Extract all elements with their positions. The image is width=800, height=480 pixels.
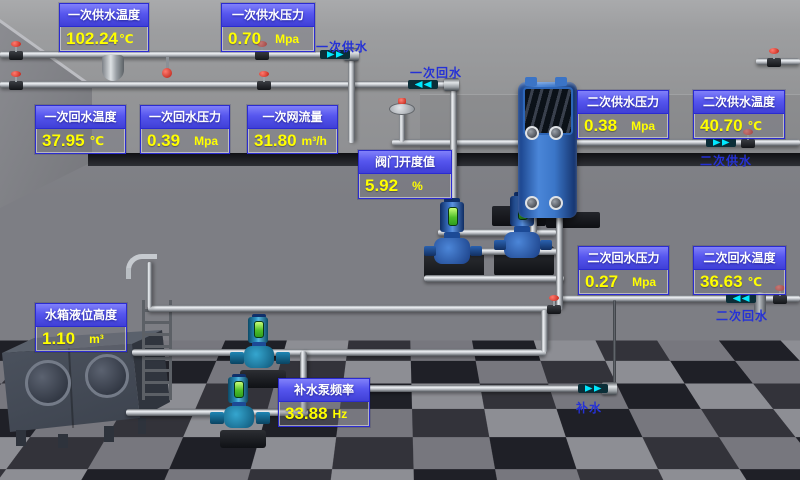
hx-port [549,126,563,140]
control-valve-actuator[interactable] [398,98,406,104]
tank-manhole-right [85,354,129,398]
panel-primary-flow[interactable]: 一次网流量 31.80 m³/h [247,105,338,154]
makeup-pump-2[interactable] [212,374,272,446]
valve-return-mid[interactable] [256,71,272,91]
panel-unit: ℃ [748,275,763,289]
hx-port [525,126,539,140]
panel-value: 102.24 [66,27,118,50]
gooseneck-spout [126,268,131,279]
valve-top-right[interactable] [766,48,782,68]
pipe-label-makeup: 补水 [576,399,602,416]
circulation-pump-1[interactable] [420,198,490,286]
panel-unit: Mpa [194,134,218,148]
pipe-supply-riser [348,53,355,143]
panel-title: 一次回水压力 [141,106,229,129]
pump-running-indicator [448,207,458,226]
panel-tank-level[interactable]: 水箱液位高度 1.10 m³ [35,303,127,352]
panel-unit: ℃ [90,134,105,148]
panel-title: 二次回水温度 [694,247,785,270]
pipe-label-secondary-return: 二次回水 [716,307,768,324]
panel-title: 一次供水压力 [222,4,314,27]
hx-port [525,196,539,210]
hx-top-cap [555,77,567,86]
hx-port [549,196,563,210]
panel-title: 一次回水温度 [36,106,125,129]
tank-leg [138,418,146,434]
sensor-valve [162,68,172,78]
panel-unit: m³/h [302,134,327,148]
panel-primary-return-temp[interactable]: 一次回水温度 37.95 ℃ [35,105,126,154]
pipe-label-primary-supply: 一次供水 [316,38,368,55]
hmi-heating-station-screen: 一次供水 一次回水 二次供水 二次回水 补水 一次供水温度 102.24℃ 一次… [0,0,800,480]
panel-title: 一次网流量 [248,106,337,129]
valve-supply-left[interactable] [8,41,24,61]
panel-makeup-pump-freq[interactable]: 补水泵频率 33.88 Hz [278,378,370,427]
panel-secondary-return-temp[interactable]: 二次回水温度 36.63 ℃ [693,246,786,295]
control-valve-handwheel[interactable] [389,103,415,115]
strainer [102,55,124,81]
pipe-primary-return [0,81,452,88]
pipe-primary-supply [0,51,352,58]
panel-value: 0.70 [228,27,261,50]
tank-leg [58,434,68,448]
panel-value: 36.63 [700,270,743,293]
panel-unit: Mpa [631,119,655,133]
pump-running-indicator [234,381,244,398]
panel-title: 一次供水温度 [60,4,148,27]
valve-tank-line[interactable] [546,295,562,315]
heat-exchanger[interactable] [518,82,577,218]
panel-value: 37.95 [42,129,85,152]
tank-leg [104,426,114,442]
panel-unit: Hz [333,407,348,421]
panel-unit: ℃ [748,119,763,133]
panel-valve-opening[interactable]: 阀门开度值 5.92% [358,150,452,199]
pipe-connector [541,310,548,352]
panel-title: 阀门开度值 [359,151,451,174]
tank-leg [16,430,26,446]
panel-secondary-return-pressure[interactable]: 二次回水压力 0.27 Mpa [578,246,669,295]
panel-unit: Mpa [275,32,299,46]
panel-title: 二次供水压力 [578,91,668,114]
panel-primary-return-pressure[interactable]: 一次回水压力 0.39 Mpa [140,105,230,154]
panel-title: 二次供水温度 [694,91,784,114]
panel-value: 33.88 [285,402,328,425]
tank-manhole-left [25,360,71,406]
pipe-secondary-supply [556,139,800,146]
pipe-to-heat-exchanger [392,139,538,146]
pipe-tank-return-line [148,305,560,312]
panel-value: 1.10 [42,327,75,350]
hx-top-cap [525,77,537,86]
flow-direction-icon [726,294,756,303]
panel-value: 0.27 [585,270,618,293]
pipe-label-secondary-supply: 二次供水 [700,152,752,169]
panel-title: 补水泵频率 [279,379,369,402]
panel-secondary-supply-temp[interactable]: 二次供水温度 40.70 ℃ [693,90,785,139]
panel-title: 二次回水压力 [579,247,668,270]
panel-unit: % [412,179,423,193]
panel-unit: ℃ [119,32,134,46]
flow-direction-icon [408,80,438,89]
pump-running-indicator [254,321,264,338]
panel-primary-supply-temp[interactable]: 一次供水温度 102.24℃ [59,3,149,52]
panel-title: 水箱液位高度 [36,304,126,327]
panel-value: 40.70 [700,114,743,137]
panel-unit: Mpa [632,275,656,289]
pipe-makeup-rise [613,300,616,386]
pipe-makeup-line-1 [132,349,546,356]
panel-primary-supply-pressure[interactable]: 一次供水压力 0.70 Mpa [221,3,315,52]
pipe-label-primary-return: 一次回水 [410,64,462,81]
flow-direction-icon [706,138,736,147]
panel-value: 0.39 [147,129,180,152]
panel-value: 0.38 [584,114,617,137]
flow-direction-icon [578,384,608,393]
panel-secondary-supply-pressure[interactable]: 二次供水压力 0.38 Mpa [577,90,669,139]
valve-return-left[interactable] [8,71,24,91]
panel-unit: m³ [89,332,104,346]
panel-value: 31.80 [254,129,297,152]
panel-value: 5.92 [365,174,398,197]
